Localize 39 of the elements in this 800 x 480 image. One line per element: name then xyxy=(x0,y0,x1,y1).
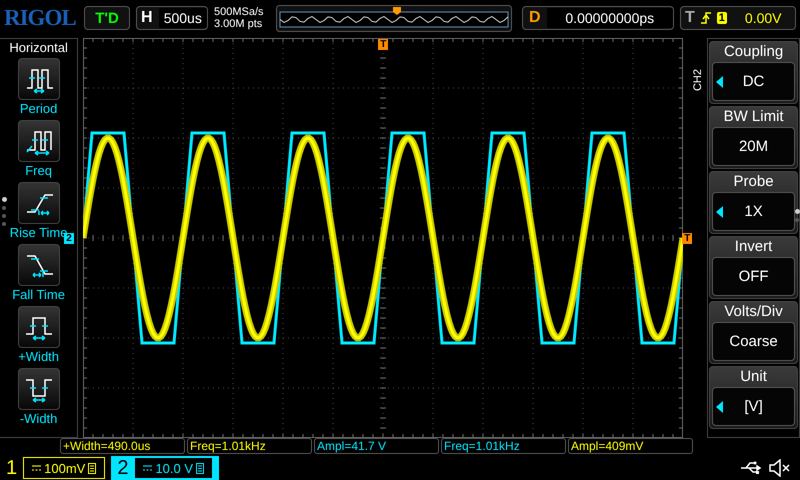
bandwidth-limit-icon xyxy=(88,462,96,474)
measurement-readout: Freq=1.01kHz xyxy=(441,438,566,454)
sample-rate: 500MSa/s xyxy=(214,6,265,18)
menu-value[interactable]: DC xyxy=(712,62,796,101)
page-indicator xyxy=(2,197,7,226)
measurement-readout: +Width=490.0us xyxy=(60,438,185,454)
usb-icon xyxy=(740,461,762,475)
measurement-readout: Ampl=41.7 V xyxy=(314,438,439,454)
measurement-readout: Ampl=409mV xyxy=(568,438,693,454)
menu-value[interactable]: [V] xyxy=(712,387,796,426)
menu-value[interactable]: OFF xyxy=(712,257,796,296)
channel-label: CH2 xyxy=(692,69,704,91)
delay-display[interactable]: D 0.00000000ps xyxy=(522,6,674,30)
menu-title: Invert xyxy=(734,237,774,257)
menu-title: BW Limit xyxy=(722,107,785,127)
trigger-position-marker[interactable]: T xyxy=(378,39,388,50)
timebase-display[interactable]: H 500us xyxy=(136,6,208,30)
page-indicator xyxy=(795,209,800,222)
menu-title: Horizontal xyxy=(9,40,68,55)
brand-logo: RIGOL xyxy=(4,5,77,31)
menu-value[interactable]: 1X xyxy=(712,192,796,231)
dc-coupling-icon xyxy=(32,465,42,471)
menu-value[interactable]: Coarse xyxy=(712,322,796,361)
menu-title: Probe xyxy=(732,172,775,192)
menu-title: Volts/Div xyxy=(723,302,784,322)
bandwidth-limit-icon xyxy=(196,462,204,474)
rising-edge-icon xyxy=(700,11,711,25)
measurement-readout: Freq=1.01kHz xyxy=(187,438,312,454)
menu-title: Unit xyxy=(739,367,768,387)
menu-title: Coupling xyxy=(722,42,784,62)
memory-depth: 3.00M pts xyxy=(214,18,264,30)
channel-tab[interactable]: 2 10.0 V xyxy=(111,456,220,480)
channel-marker[interactable]: 2 xyxy=(64,233,74,244)
trigger-display[interactable]: T 1 0.00V xyxy=(680,6,796,30)
trigger-level-marker[interactable]: T xyxy=(682,233,692,244)
speaker-muted-icon[interactable] xyxy=(768,459,790,477)
run-status: T'D xyxy=(84,6,130,30)
menu-value[interactable]: 20M xyxy=(712,127,796,166)
dc-coupling-icon xyxy=(143,465,152,471)
